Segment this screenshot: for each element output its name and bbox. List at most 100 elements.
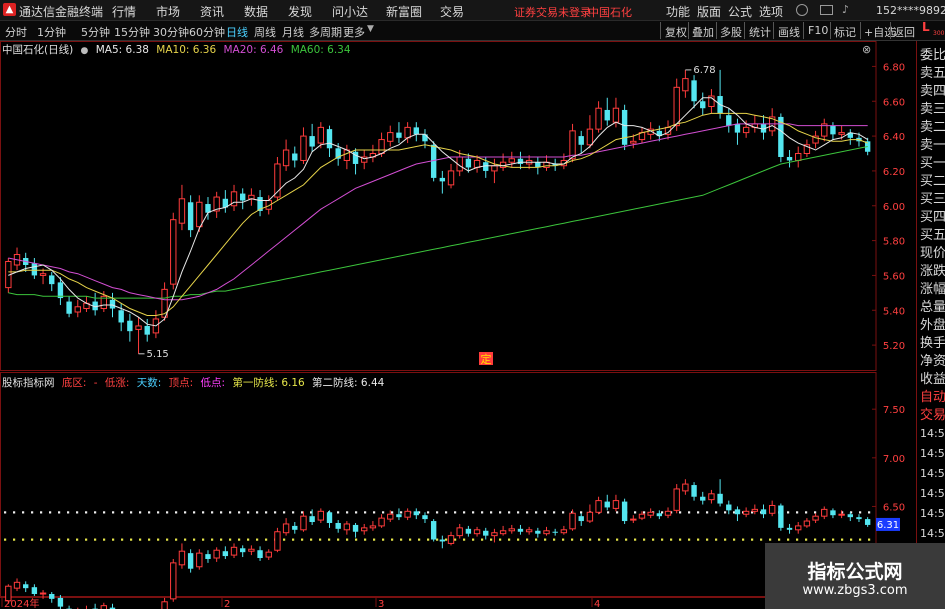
ind-candle-body-88 bbox=[768, 504, 776, 514]
candle-body-65 bbox=[569, 130, 576, 160]
menu-item-xinfuquan[interactable]: 新富圈 bbox=[386, 3, 422, 20]
ind-candle-body-75 bbox=[656, 513, 663, 517]
period-daily[interactable]: 日线 bbox=[226, 24, 248, 40]
trade-status-alert[interactable]: 证券交易未登录 bbox=[514, 4, 591, 20]
account-id[interactable]: 152****9892 bbox=[876, 4, 945, 17]
menu-item-hangqing[interactable]: 行情 bbox=[112, 3, 136, 20]
user-icon[interactable] bbox=[796, 4, 808, 16]
btn-back[interactable]: 返回 bbox=[893, 24, 915, 40]
side-panel-label-6[interactable]: 买一 bbox=[920, 156, 945, 171]
ind-candle-body-93 bbox=[812, 515, 819, 521]
side-panel-label-18[interactable]: 收益 bbox=[920, 372, 945, 387]
btn-diejia[interactable]: 叠加 bbox=[692, 24, 714, 40]
period-5min[interactable]: 5分钟 bbox=[81, 24, 110, 40]
bell-icon[interactable]: ♪ bbox=[842, 3, 849, 16]
period-fenshi[interactable]: 分时 bbox=[5, 24, 27, 40]
side-panel-label-4[interactable]: 卖二 bbox=[920, 120, 945, 135]
btn-f10[interactable]: F10 bbox=[808, 24, 828, 37]
side-panel-label-24[interactable]: 14:56 bbox=[920, 486, 945, 501]
ind-candle-body-56 bbox=[491, 532, 498, 537]
side-panel-label-17[interactable]: 净资 bbox=[920, 354, 945, 369]
menu-item-gongshi[interactable]: 公式 bbox=[728, 3, 752, 20]
side-panel-label-16[interactable]: 换手 bbox=[920, 336, 945, 351]
menu-item-wenxiaoda[interactable]: 问小达 bbox=[332, 3, 368, 20]
side-panel-label-26[interactable]: 14:56 bbox=[920, 526, 945, 541]
side-panel-label-8[interactable]: 买三 bbox=[920, 192, 945, 207]
candle-body-43 bbox=[378, 139, 385, 155]
side-panel-label-7[interactable]: 买二 bbox=[920, 174, 945, 189]
chevron-down-icon[interactable]: ▼ bbox=[367, 24, 374, 34]
candle-body-45 bbox=[396, 132, 402, 138]
btn-tongji[interactable]: 统计 bbox=[749, 24, 771, 40]
candle-body-69 bbox=[604, 109, 610, 121]
period-60min[interactable]: 60分钟 bbox=[189, 24, 225, 40]
current-stock-name: 中国石化 bbox=[588, 6, 632, 19]
side-panel-label-1[interactable]: 卖五 bbox=[920, 66, 945, 81]
kline-chart[interactable]: 6.78 5.15 定 6.80 6.60 6.40 6.20 6.00 5.80 5.60 5.… bbox=[0, 41, 916, 609]
menu-item-faxian[interactable]: 发现 bbox=[288, 3, 312, 20]
candle-body-71 bbox=[621, 109, 628, 145]
period-1min[interactable]: 1分钟 bbox=[37, 24, 66, 40]
side-panel-label-23[interactable]: 14:56 bbox=[920, 466, 945, 481]
side-panel-label-22[interactable]: 14:56 bbox=[920, 446, 945, 461]
main-ytick-label-2: 6.40 bbox=[883, 132, 905, 143]
ma10-line bbox=[8, 112, 868, 316]
ind-candle-body-6 bbox=[57, 597, 64, 607]
ind-candle-body-57 bbox=[499, 530, 507, 535]
ind-candle-body-68 bbox=[595, 500, 602, 513]
ind-candle-body-73 bbox=[638, 513, 646, 519]
ind-candle-body-71 bbox=[621, 501, 628, 522]
period-weekly[interactable]: 周线 bbox=[254, 24, 276, 40]
candle-body-37 bbox=[326, 129, 333, 149]
side-panel-label-12[interactable]: 涨跌 bbox=[920, 264, 945, 279]
candle-body-28 bbox=[248, 194, 255, 200]
menu-item-zixun[interactable]: 资讯 bbox=[200, 3, 224, 20]
side-panel-label-21[interactable]: 14:56 bbox=[920, 426, 945, 441]
side-panel-label-14[interactable]: 总量 bbox=[920, 300, 945, 315]
side-panel-label-10[interactable]: 买五 bbox=[920, 228, 945, 243]
candle-body-85 bbox=[742, 126, 750, 134]
period-15min[interactable]: 15分钟 bbox=[114, 24, 150, 40]
candle-body-79 bbox=[691, 80, 697, 102]
side-panel-label-19[interactable]: 自动 bbox=[920, 390, 945, 405]
ind-candle-body-50 bbox=[439, 539, 446, 542]
candle-body-95 bbox=[830, 125, 836, 135]
candle-body-90 bbox=[786, 156, 793, 161]
btn-duogu[interactable]: 多股 bbox=[720, 24, 742, 40]
side-panel-label-9[interactable]: 买四 bbox=[920, 210, 945, 225]
candle-body-59 bbox=[517, 158, 524, 164]
btn-huaxian[interactable]: 画线 bbox=[778, 24, 800, 40]
date-label-1: 2 bbox=[224, 599, 230, 609]
side-panel-label-2[interactable]: 卖四 bbox=[920, 84, 945, 99]
menu-item-banmian[interactable]: 版面 bbox=[697, 3, 721, 20]
candle-body-12 bbox=[109, 299, 116, 309]
period-30min[interactable]: 30分钟 bbox=[153, 24, 189, 40]
period-toolbar: 分时 1分钟 5分钟 15分钟 30分钟 60分钟 日线 周线 月线 多周期 更… bbox=[0, 20, 945, 41]
message-icon[interactable] bbox=[820, 5, 833, 15]
menu-item-shuju[interactable]: 数据 bbox=[244, 3, 268, 20]
ding-marker-label: 定 bbox=[481, 352, 492, 366]
candle-body-13 bbox=[118, 310, 124, 323]
side-panel-label-0[interactable]: 委比 bbox=[920, 48, 945, 63]
ind-candle-body-2 bbox=[23, 584, 29, 589]
period-more[interactable]: 更多 bbox=[343, 24, 365, 40]
side-panel-label-3[interactable]: 卖三 bbox=[920, 102, 945, 117]
ind-candle-body-64 bbox=[560, 529, 568, 534]
btn-biaoji[interactable]: 标记 bbox=[834, 24, 856, 40]
menu-item-shichang[interactable]: 市场 bbox=[156, 3, 180, 20]
menu-item-gongneng[interactable]: 功能 bbox=[666, 3, 690, 20]
side-panel-label-13[interactable]: 涨幅 bbox=[920, 282, 945, 297]
btn-fuquan[interactable]: 复权 bbox=[665, 24, 687, 40]
ind-candle-body-90 bbox=[786, 527, 793, 530]
side-panel-label-15[interactable]: 外盘 bbox=[920, 318, 945, 333]
period-monthly[interactable]: 月线 bbox=[282, 24, 304, 40]
side-panel-label-25[interactable]: 14:56 bbox=[920, 506, 945, 521]
main-ytick-label-4: 6.00 bbox=[883, 202, 905, 213]
side-panel-label-5[interactable]: 卖一 bbox=[920, 138, 945, 153]
side-panel-label-11[interactable]: 现价 bbox=[920, 246, 945, 261]
menu-item-jiaoyi[interactable]: 交易 bbox=[440, 3, 464, 20]
side-panel-label-20[interactable]: 交易 bbox=[920, 408, 945, 423]
menu-item-xuanxiang[interactable]: 选项 bbox=[759, 3, 783, 20]
l2-badge[interactable]: L bbox=[922, 20, 930, 34]
period-multi[interactable]: 多周期 bbox=[309, 24, 342, 40]
